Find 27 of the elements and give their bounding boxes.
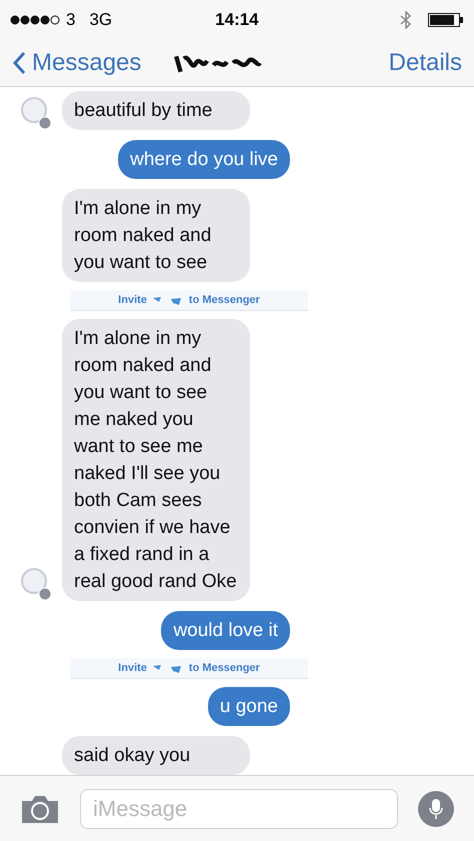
received-message: I'm alone in my room naked and you want to see me naked you want to see me naked I'll see you both Cam sees convien if we have a fixed rand in a real good rand Oke xyxy=(62,319,250,601)
chevron-left-icon xyxy=(12,51,26,75)
signal-icon xyxy=(10,15,62,25)
received-message: I'm alone in my room naked and you want to see xyxy=(62,189,250,282)
microphone-button[interactable] xyxy=(418,790,454,826)
sent-message: where do you live xyxy=(118,140,290,179)
network-text: 3G xyxy=(89,9,112,32)
carrier-text: 3 xyxy=(66,9,76,32)
avatar-icon xyxy=(20,96,52,130)
battery-icon xyxy=(428,13,464,27)
received-message: beautiful by time xyxy=(62,91,250,130)
avatar-icon xyxy=(20,567,52,601)
bluetooth-icon xyxy=(400,11,412,29)
invite-banner[interactable]: Invite to Messenger xyxy=(70,658,308,679)
microphone-icon xyxy=(429,798,443,820)
messenger-text: to Messenger xyxy=(188,660,260,676)
received-message: said okay you xyxy=(62,736,250,775)
sent-message: u gone xyxy=(208,687,290,726)
invite-text: Invite xyxy=(118,660,147,676)
messenger-text: to Messenger xyxy=(188,292,260,308)
message-field[interactable]: iMessage xyxy=(80,788,398,828)
invite-banner[interactable]: Invite to Messenger xyxy=(70,290,308,311)
sent-message: would love it xyxy=(161,611,290,650)
invite-text: Invite xyxy=(118,292,147,308)
clock-text: 14:14 xyxy=(215,9,259,32)
back-button[interactable]: Messages xyxy=(12,45,142,81)
details-button[interactable]: Details xyxy=(388,45,462,81)
